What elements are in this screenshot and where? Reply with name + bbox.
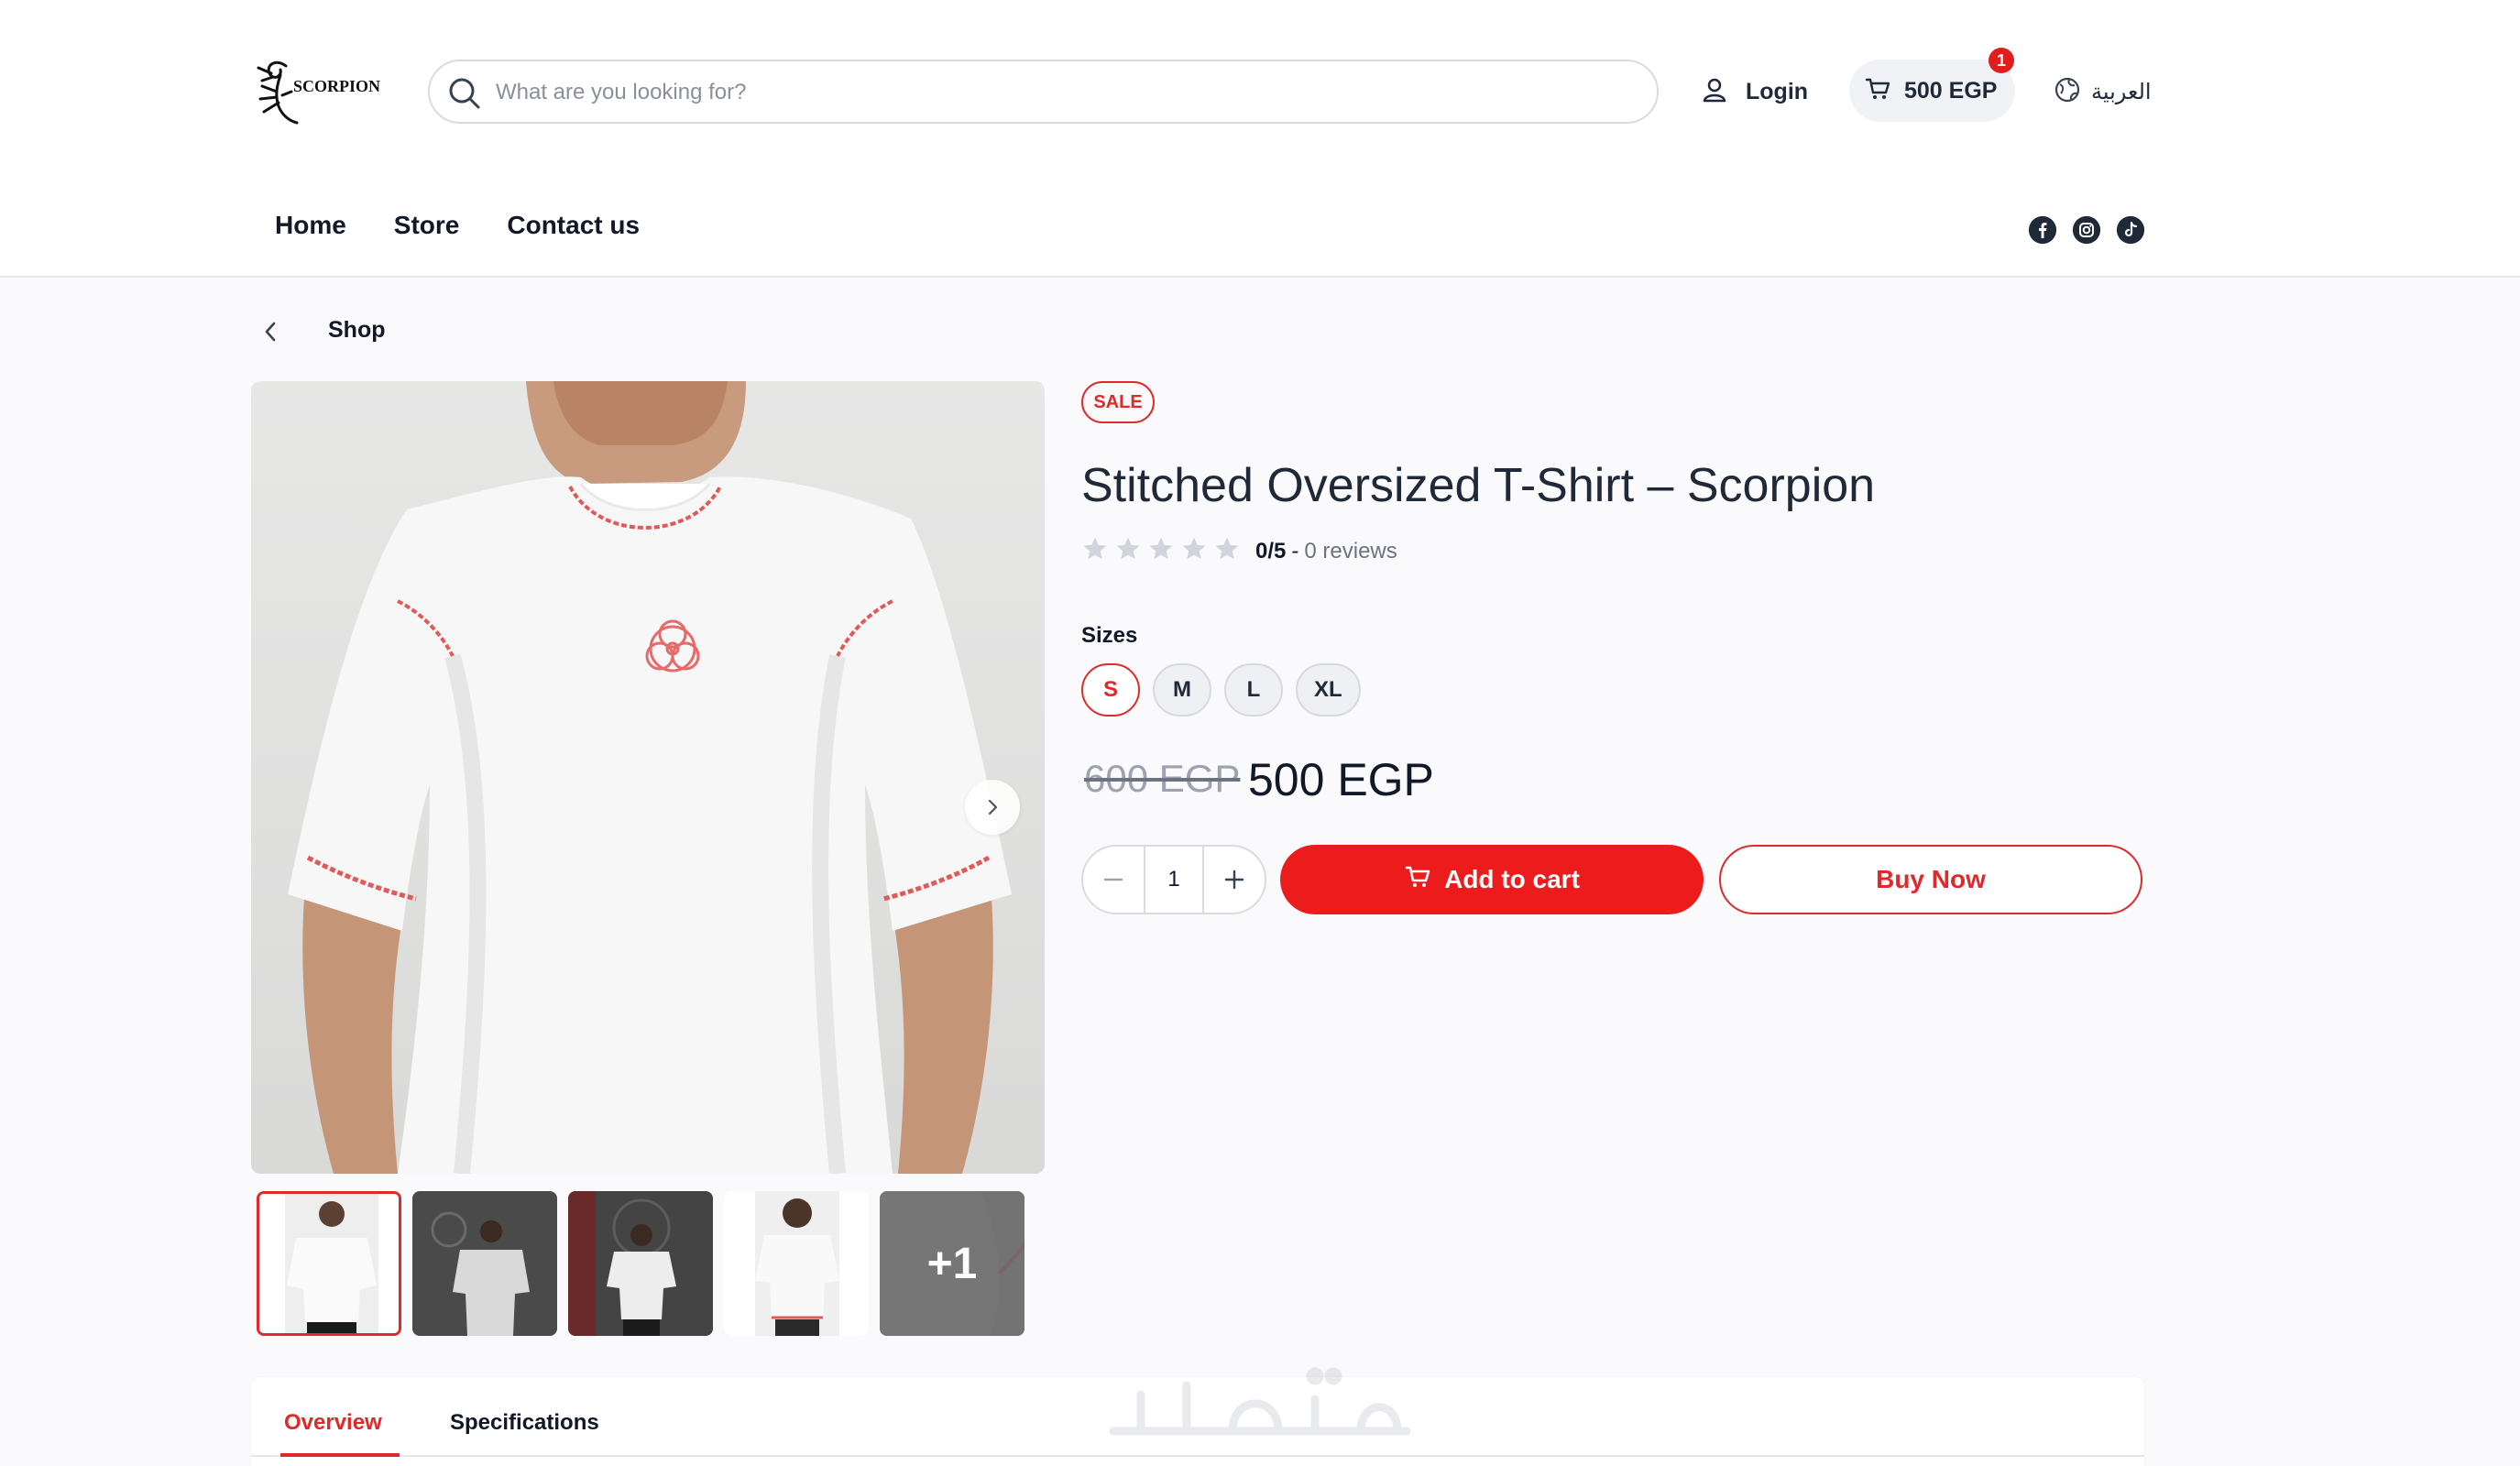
star-icon (1180, 535, 1208, 567)
plus-icon (1224, 870, 1244, 890)
increase-quantity-button[interactable] (1204, 847, 1265, 913)
svg-text:SCORPION: SCORPION (293, 77, 380, 95)
star-icon (1114, 535, 1142, 567)
size-option-m[interactable]: M (1153, 663, 1211, 717)
rating-summary: 0/5 - 0 reviews (1081, 535, 1397, 567)
login-label: Login (1746, 78, 1809, 104)
star-icon (1213, 535, 1241, 567)
sale-badge: SALE (1081, 381, 1155, 423)
active-tab-indicator (280, 1453, 400, 1457)
cart-icon (1864, 75, 1891, 107)
thumbnail-5-more[interactable]: +1 (880, 1191, 1024, 1336)
language-switcher[interactable]: العربية (2053, 71, 2153, 112)
user-icon (1700, 75, 1729, 109)
old-price: 600 EGP (1084, 757, 1241, 800)
tiktok-icon[interactable] (2117, 216, 2144, 244)
search-icon[interactable] (446, 75, 483, 112)
language-label: العربية (2091, 79, 2152, 104)
size-option-s[interactable]: S (1081, 663, 1140, 717)
thumbnail-1[interactable] (257, 1191, 401, 1336)
add-to-cart-label: Add to cart (1444, 865, 1580, 893)
buy-now-button[interactable]: Buy Now (1719, 845, 2142, 914)
decrease-quantity-button[interactable] (1083, 847, 1144, 913)
current-price: 500 EGP (1248, 754, 1434, 805)
size-option-xl[interactable]: XL (1296, 663, 1361, 717)
social-links (2029, 216, 2144, 244)
login-button[interactable]: Login (1700, 64, 1865, 119)
size-selector: S M L XL (1081, 663, 1361, 717)
back-button[interactable] (257, 315, 284, 348)
globe-icon (2053, 75, 2082, 109)
site-header: SCORPION Login 500 EGP (0, 0, 2520, 278)
nav-item-home[interactable]: Home (275, 211, 346, 240)
thumbnail-2[interactable] (412, 1191, 557, 1336)
thumbnail-3[interactable] (568, 1191, 713, 1336)
cart-icon (1404, 863, 1431, 897)
reviews-count[interactable]: 0 reviews (1304, 539, 1397, 564)
sizes-label: Sizes (1081, 623, 1138, 648)
add-to-cart-button[interactable]: Add to cart (1280, 845, 1704, 914)
search-input[interactable] (496, 71, 1632, 115)
tabs-divider (251, 1455, 2144, 1457)
cart-count-badge: 1 (1989, 48, 2014, 73)
product-main-image[interactable] (251, 381, 1045, 1174)
star-icon (1147, 535, 1175, 567)
rating-score: 0/5 (1255, 538, 1287, 563)
cart-total: 500 EGP (1904, 77, 1998, 104)
more-images-count: +1 (880, 1191, 1024, 1336)
gallery-next-button[interactable] (965, 780, 1020, 835)
chevron-right-icon (988, 799, 998, 815)
facebook-icon[interactable] (2029, 216, 2056, 244)
nav-item-store[interactable]: Store (394, 211, 460, 240)
quantity-value[interactable]: 1 (1144, 847, 1204, 913)
cart-button[interactable]: 500 EGP (1849, 60, 2015, 122)
tab-specifications[interactable]: Specifications (450, 1410, 599, 1436)
scorpion-logo[interactable]: SCORPION (249, 55, 396, 128)
breadcrumb-shop[interactable]: Shop (328, 317, 386, 344)
nav-item-contact[interactable]: Contact us (507, 211, 640, 240)
product-title: Stitched Oversized T-Shirt – Scorpion (1081, 459, 1876, 512)
star-icon (1081, 535, 1109, 567)
instagram-icon[interactable] (2073, 216, 2100, 244)
minus-icon (1103, 878, 1123, 881)
tab-overview[interactable]: Overview (284, 1410, 382, 1436)
main-nav: Home Store Contact us (275, 211, 640, 240)
thumbnail-4[interactable] (724, 1191, 869, 1336)
search-bar[interactable] (428, 60, 1659, 124)
size-option-l[interactable]: L (1224, 663, 1283, 717)
chevron-left-icon (265, 322, 276, 342)
watermark-logo (1104, 1358, 1416, 1450)
quantity-stepper: 1 (1081, 845, 1266, 914)
rating-separator: - (1291, 538, 1299, 563)
